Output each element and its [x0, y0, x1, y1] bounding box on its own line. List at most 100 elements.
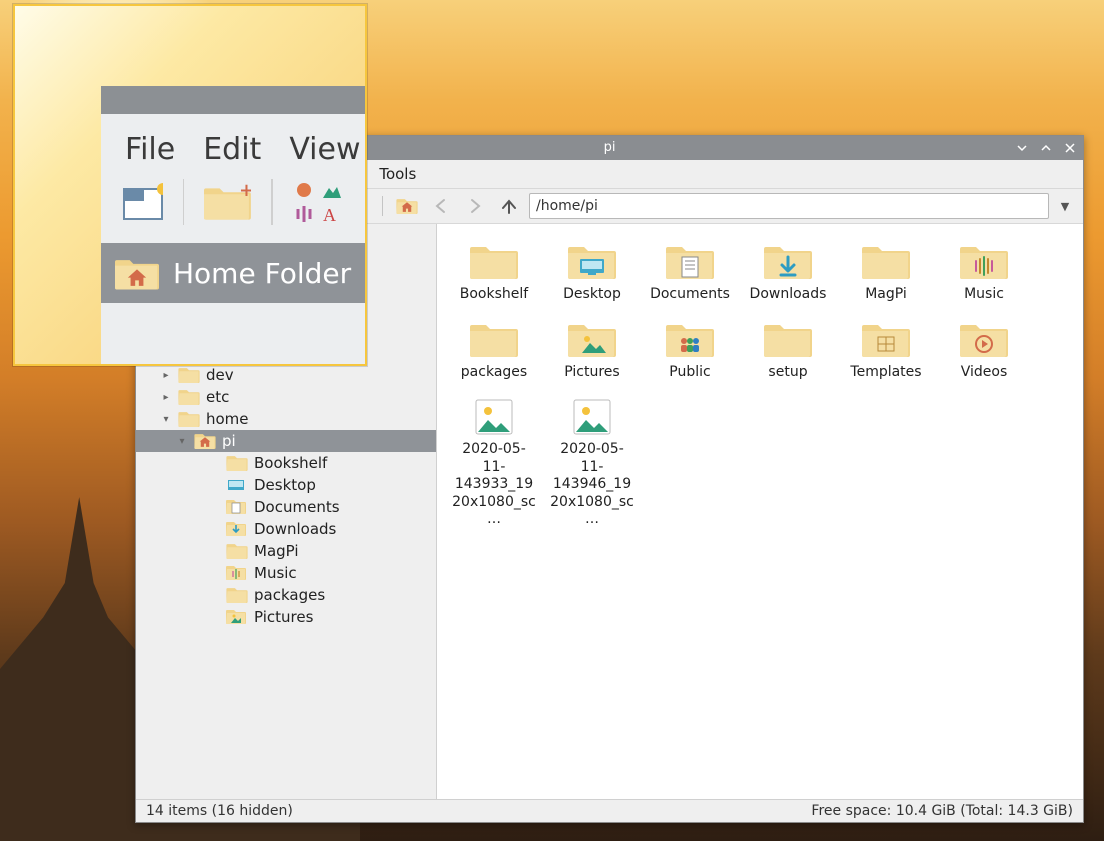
zoom-separator [183, 179, 185, 225]
zoom-home-label: Home Folder [173, 257, 351, 290]
icon-grid: Bookshelf Desktop Documents Downloads Ma… [449, 236, 1071, 533]
new-folder-icon[interactable]: + [204, 179, 251, 225]
tree-twisty[interactable]: ▾ [160, 414, 172, 425]
tree-item-Bookshelf[interactable]: Bookshelf [136, 452, 436, 474]
zoom-menubar: File Edit View [101, 114, 365, 175]
view-icon-4[interactable]: A [321, 204, 343, 224]
svg-text:+: + [240, 181, 252, 201]
tree-twisty[interactable]: ▸ [160, 370, 172, 381]
file-item-2020-05-11-143933-1920x1080-sc-[interactable]: 2020-05-11-143933_1920x1080_sc… [449, 391, 539, 533]
tree-item-Pictures[interactable]: Pictures [136, 606, 436, 628]
path-history-button[interactable]: ▼ [1055, 200, 1075, 213]
file-item-videos[interactable]: Videos [939, 314, 1029, 386]
file-item-templates[interactable]: Templates [841, 314, 931, 386]
zoom-menu-edit[interactable]: Edit [203, 132, 261, 167]
tree-item-MagPi[interactable]: MagPi [136, 540, 436, 562]
image-icon [469, 395, 519, 437]
folder-icon [665, 318, 715, 360]
file-label: Pictures [564, 364, 619, 382]
file-item-bookshelf[interactable]: Bookshelf [449, 236, 539, 308]
file-item-documents[interactable]: Documents [645, 236, 735, 308]
view-icon-1[interactable] [293, 180, 315, 200]
file-label: MagPi [865, 286, 907, 304]
folder-icon [861, 240, 911, 282]
tree-item-home[interactable]: ▾ home [136, 408, 436, 430]
folder-icon [665, 240, 715, 282]
forward-button[interactable] [461, 192, 489, 220]
file-label: setup [768, 364, 807, 382]
tree-item-dev[interactable]: ▸ dev [136, 364, 436, 386]
path-input[interactable]: /home/pi [529, 193, 1049, 219]
folder-icon [861, 318, 911, 360]
file-label: packages [461, 364, 527, 382]
tree-item-Downloads[interactable]: Downloads [136, 518, 436, 540]
tree-item-Music[interactable]: Music [136, 562, 436, 584]
file-label: Desktop [563, 286, 621, 304]
folder-icon [959, 240, 1009, 282]
file-label: Public [669, 364, 710, 382]
folder-icon [763, 318, 813, 360]
tree-label: etc [206, 388, 229, 406]
zoom-home-folder-row[interactable]: Home Folder [101, 243, 365, 303]
folder-icon [567, 318, 617, 360]
tree-label: Downloads [254, 520, 336, 538]
close-button[interactable] [1063, 141, 1077, 155]
up-button[interactable] [495, 192, 523, 220]
maximize-button[interactable] [1039, 141, 1053, 155]
file-item-desktop[interactable]: Desktop [547, 236, 637, 308]
toolbar-separator [382, 196, 383, 216]
home-button[interactable] [393, 192, 421, 220]
zoom-toolbar: + A [101, 175, 365, 229]
tree-label: Pictures [254, 608, 313, 626]
zoom-menu-file[interactable]: File [125, 132, 175, 167]
tree-item-Documents[interactable]: Documents [136, 496, 436, 518]
tree-label: Bookshelf [254, 454, 327, 472]
file-item-public[interactable]: Public [645, 314, 735, 386]
file-item-magpi[interactable]: MagPi [841, 236, 931, 308]
file-item-setup[interactable]: setup [743, 314, 833, 386]
tree-label: home [206, 410, 249, 428]
folder-icon [567, 240, 617, 282]
desktop: pi File Edit View Sort Go Tools + [0, 0, 1104, 841]
statusbar: 14 items (16 hidden) Free space: 10.4 Gi… [136, 799, 1083, 822]
zoom-view-buttons: A [293, 180, 345, 224]
tree-label: Documents [254, 498, 340, 516]
file-label: Downloads [750, 286, 827, 304]
content-pane[interactable]: Bookshelf Desktop Documents Downloads Ma… [437, 224, 1083, 799]
file-label: Bookshelf [460, 286, 528, 304]
zoom-menu-view[interactable]: View [289, 132, 360, 167]
tree-label: dev [206, 366, 234, 384]
window-controls [1015, 136, 1077, 160]
minimize-button[interactable] [1015, 141, 1029, 155]
new-tab-icon[interactable] [121, 181, 163, 223]
tree-label: packages [254, 586, 325, 604]
menu-tools[interactable]: Tools [379, 165, 416, 183]
folder-icon [469, 240, 519, 282]
image-icon [567, 395, 617, 437]
status-free-space: Free space: 10.4 GiB (Total: 14.3 GiB) [811, 803, 1073, 819]
tree-item-Desktop[interactable]: Desktop [136, 474, 436, 496]
tree-item-packages[interactable]: packages [136, 584, 436, 606]
file-item-2020-05-11-143946-1920x1080-sc-[interactable]: 2020-05-11-143946_1920x1080_sc… [547, 391, 637, 533]
view-icon-3[interactable] [293, 204, 315, 224]
back-button[interactable] [427, 192, 455, 220]
tree-twisty[interactable]: ▸ [160, 392, 172, 403]
file-item-packages[interactable]: packages [449, 314, 539, 386]
file-label: 2020-05-11-143933_1920x1080_sc… [451, 441, 537, 529]
view-icon-2[interactable] [321, 180, 343, 200]
zoom-window-fragment: File Edit View + A Home Folder [101, 86, 365, 364]
file-label: Documents [650, 286, 730, 304]
file-item-downloads[interactable]: Downloads [743, 236, 833, 308]
tree-item-pi[interactable]: ▾pi [136, 430, 436, 452]
home-icon [115, 254, 159, 292]
file-item-music[interactable]: Music [939, 236, 1029, 308]
tree-item-etc[interactable]: ▸ etc [136, 386, 436, 408]
file-label: 2020-05-11-143946_1920x1080_sc… [549, 441, 635, 529]
tree-label: Desktop [254, 476, 316, 494]
zoom-callout: File Edit View + A Home Folder [13, 4, 367, 366]
zoom-separator [271, 179, 273, 225]
folder-icon [469, 318, 519, 360]
path-text: /home/pi [536, 198, 598, 214]
tree-twisty[interactable]: ▾ [176, 436, 188, 447]
file-item-pictures[interactable]: Pictures [547, 314, 637, 386]
